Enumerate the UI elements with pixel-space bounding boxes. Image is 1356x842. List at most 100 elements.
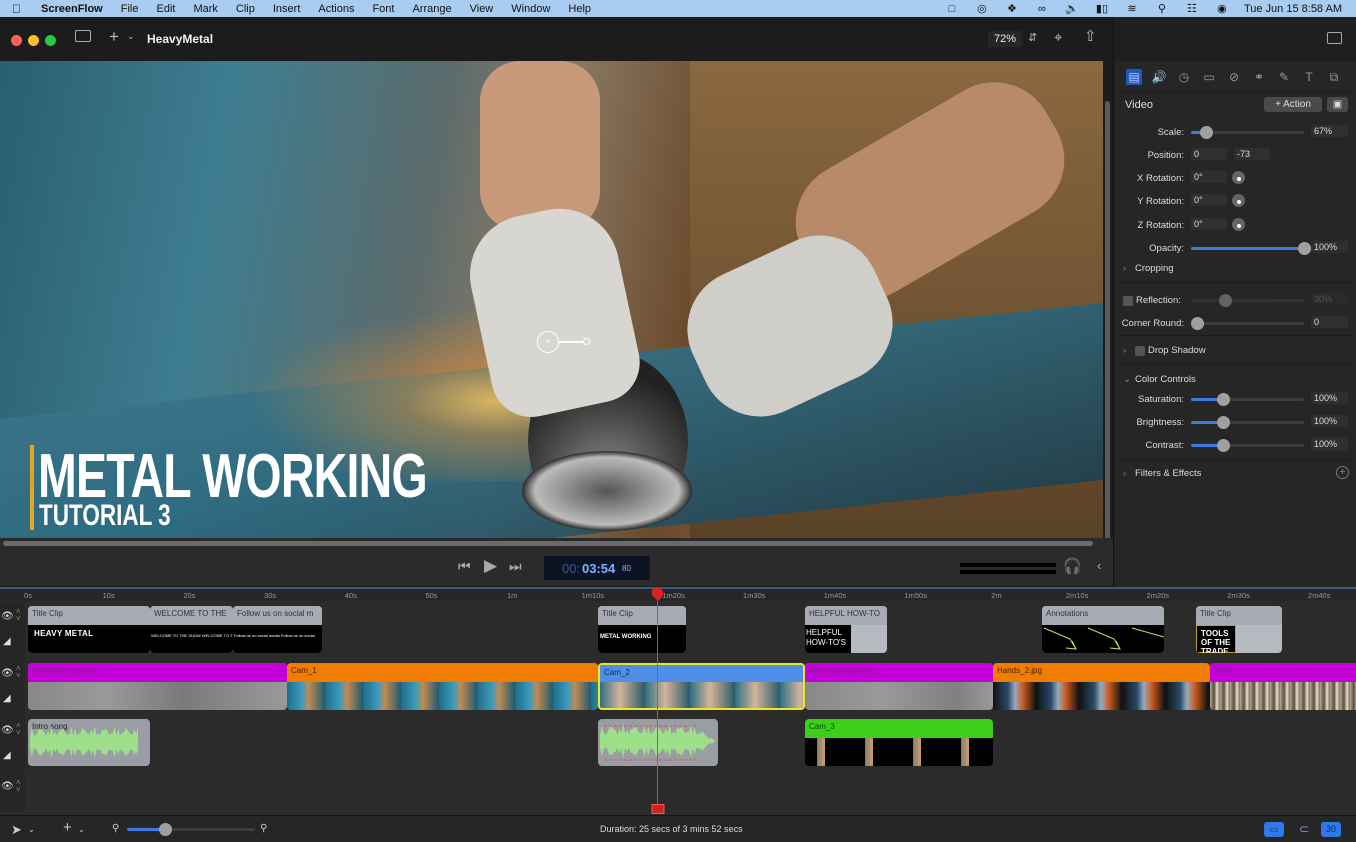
corner-round-field[interactable]: 0: [1311, 316, 1348, 328]
add-media-icon[interactable]: +: [109, 27, 119, 47]
speaker-icon[interactable]: ◢: [3, 693, 11, 704]
timeline-clip-audio[interactable]: Intro song: [28, 719, 150, 766]
add-track-icon[interactable]: +: [63, 819, 72, 836]
menu-help[interactable]: Help: [568, 3, 591, 15]
preview-horizontal-scrollbar[interactable]: [0, 538, 1113, 549]
timeline-clip[interactable]: Title Clip HEAVY METAL: [28, 606, 150, 653]
zoom-in-icon[interactable]: ⚲: [260, 823, 267, 834]
slider-knob[interactable]: [1218, 294, 1232, 307]
saturation-slider[interactable]: [1191, 393, 1304, 406]
chevron-down-icon[interactable]: ⌄: [28, 825, 35, 834]
reflection-checkbox[interactable]: [1123, 296, 1133, 306]
track-reorder-arrows-icon[interactable]: ˄ ˅: [16, 665, 21, 680]
video-motion-icon[interactable]: ◷: [1176, 69, 1192, 85]
track-reorder-arrows-icon[interactable]: ˄ ˅: [16, 608, 21, 623]
y-rotation-dial[interactable]: [1232, 194, 1245, 207]
y-rotation-field[interactable]: 0°: [1191, 194, 1227, 206]
menu-clock[interactable]: Tue Jun 15 8:58 AM: [1244, 3, 1342, 15]
position-x-field[interactable]: 0: [1191, 148, 1227, 160]
callout-icon[interactable]: ⊘: [1226, 69, 1242, 85]
timeline-clip[interactable]: Title Clip TOOLS OF THE TRADE: [1196, 606, 1282, 653]
z-rotation-dial[interactable]: [1232, 218, 1245, 231]
sidebar-toggle-icon[interactable]: [75, 30, 91, 42]
inspector-toggle-icon[interactable]: [1327, 32, 1342, 44]
menu-clip[interactable]: Clip: [236, 3, 255, 15]
crop-icon[interactable]: ⌖: [1054, 29, 1062, 46]
slider-knob[interactable]: [1216, 416, 1230, 429]
drop-shadow-label[interactable]: Drop Shadow: [1148, 345, 1206, 356]
timeline[interactable]: 0s 10s 20s 30s 40s 50s 1m 1m10s 1m20s 1m30s 1m40s 1…: [0, 584, 1356, 815]
collapse-chevron-icon[interactable]: ‹: [1097, 558, 1101, 573]
fps-button[interactable]: 30: [1321, 822, 1341, 837]
minimize-button[interactable]: [28, 35, 39, 46]
track-reorder-arrows-icon[interactable]: ˄ ˅: [16, 779, 21, 794]
rewind-icon[interactable]: ⏮: [458, 558, 471, 575]
search-icon[interactable]: ⚲: [1154, 3, 1170, 15]
reflection-slider[interactable]: [1191, 294, 1304, 307]
chevron-down-icon[interactable]: ⌄: [127, 31, 135, 42]
zoom-stepper-icon[interactable]: ⇵: [1028, 31, 1037, 44]
filters-effects-disclosure[interactable]: Filters & Effects: [1135, 468, 1201, 479]
adobe-icon[interactable]: ∞: [1034, 3, 1050, 15]
volume-icon[interactable]: 🔈: [1064, 3, 1080, 15]
rotation-handle[interactable]: ×: [537, 331, 559, 353]
3d-box-icon[interactable]: ▣: [1327, 97, 1348, 112]
speaker-icon[interactable]: ◢: [3, 750, 11, 761]
close-button[interactable]: [11, 35, 22, 46]
timecode-display[interactable]: 00: 03:54 80: [544, 556, 650, 580]
slider-knob[interactable]: [159, 823, 173, 836]
apple-menu-icon[interactable]: : [12, 2, 24, 16]
preview-vertical-scrollbar[interactable]: [1103, 61, 1113, 556]
z-rotation-field[interactable]: 0°: [1191, 218, 1227, 230]
headphones-icon[interactable]: 🎧: [1063, 557, 1082, 575]
zoom-level-select[interactable]: 72%: [988, 31, 1023, 47]
scrollbar-thumb[interactable]: [1105, 101, 1110, 556]
speaker-icon[interactable]: ◢: [3, 636, 11, 647]
wifi-icon[interactable]: ≋: [1124, 3, 1140, 15]
timeline-clip[interactable]: Hands_2.jpg: [993, 663, 1210, 710]
screen-recording-icon[interactable]: ▭: [1201, 69, 1217, 85]
brightness-field[interactable]: 100%: [1311, 415, 1348, 427]
eye-icon[interactable]: 👁: [1, 668, 14, 679]
add-filter-icon[interactable]: +: [1336, 466, 1349, 479]
chevron-down-icon[interactable]: ⌄: [78, 825, 85, 834]
menu-arrange[interactable]: Arrange: [412, 3, 451, 15]
magnet-icon[interactable]: ⊂: [1295, 822, 1313, 837]
dropbox-icon[interactable]: ❖: [1004, 3, 1020, 15]
timeline-clip[interactable]: Tools: [1210, 663, 1356, 710]
menu-edit[interactable]: Edit: [156, 3, 175, 15]
transition-icon[interactable]: ⚭: [1251, 69, 1267, 85]
timeline-clip[interactable]: Title Clip METAL WORKING: [598, 606, 686, 653]
cropping-chevron-icon[interactable]: ›: [1123, 263, 1126, 274]
add-action-button[interactable]: + Action: [1264, 97, 1322, 112]
timeline-clip[interactable]: Metal-Background: [28, 663, 287, 710]
menu-app-name[interactable]: ScreenFlow: [41, 3, 103, 15]
video-icon[interactable]: ▤: [1126, 69, 1142, 85]
contrast-field[interactable]: 100%: [1311, 438, 1348, 450]
track-reorder-arrows-icon[interactable]: ˄ ˅: [16, 722, 21, 737]
audio-icon[interactable]: 🔊: [1151, 69, 1167, 85]
scale-field[interactable]: 67%: [1311, 125, 1348, 137]
saturation-field[interactable]: 100%: [1311, 392, 1348, 404]
slider-knob[interactable]: [1298, 242, 1311, 255]
pointer-tool-icon[interactable]: ➤: [11, 822, 22, 838]
play-icon[interactable]: ▶: [484, 556, 497, 576]
camera-icon[interactable]: □: [944, 3, 960, 15]
timeline-clip-selected[interactable]: Cam_2: [598, 663, 805, 710]
playhead-handle[interactable]: [651, 804, 665, 814]
filters-chevron-icon[interactable]: ›: [1123, 468, 1126, 479]
eye-icon[interactable]: 👁: [1, 725, 14, 736]
opacity-slider[interactable]: [1191, 242, 1311, 255]
slider-knob[interactable]: [1216, 439, 1230, 452]
timeline-clip[interactable]: HELPFUL HOW-TO HELPFUL HOW-TO'S: [805, 606, 887, 653]
control-center-icon[interactable]: ☷: [1184, 3, 1200, 15]
opacity-field[interactable]: 100%: [1311, 241, 1348, 253]
timeline-clip[interactable]: Cam_3: [805, 719, 993, 766]
cropping-disclosure[interactable]: Cropping: [1135, 263, 1174, 274]
timeline-clip[interactable]: Follow us on social m Follow us on socia…: [233, 606, 322, 653]
eye-icon[interactable]: 👁: [1, 611, 14, 622]
timeline-clip[interactable]: Metal-Background: [805, 663, 993, 710]
scale-slider[interactable]: [1191, 126, 1304, 139]
brightness-slider[interactable]: [1191, 416, 1304, 429]
annotation-icon[interactable]: ✎: [1276, 69, 1292, 85]
